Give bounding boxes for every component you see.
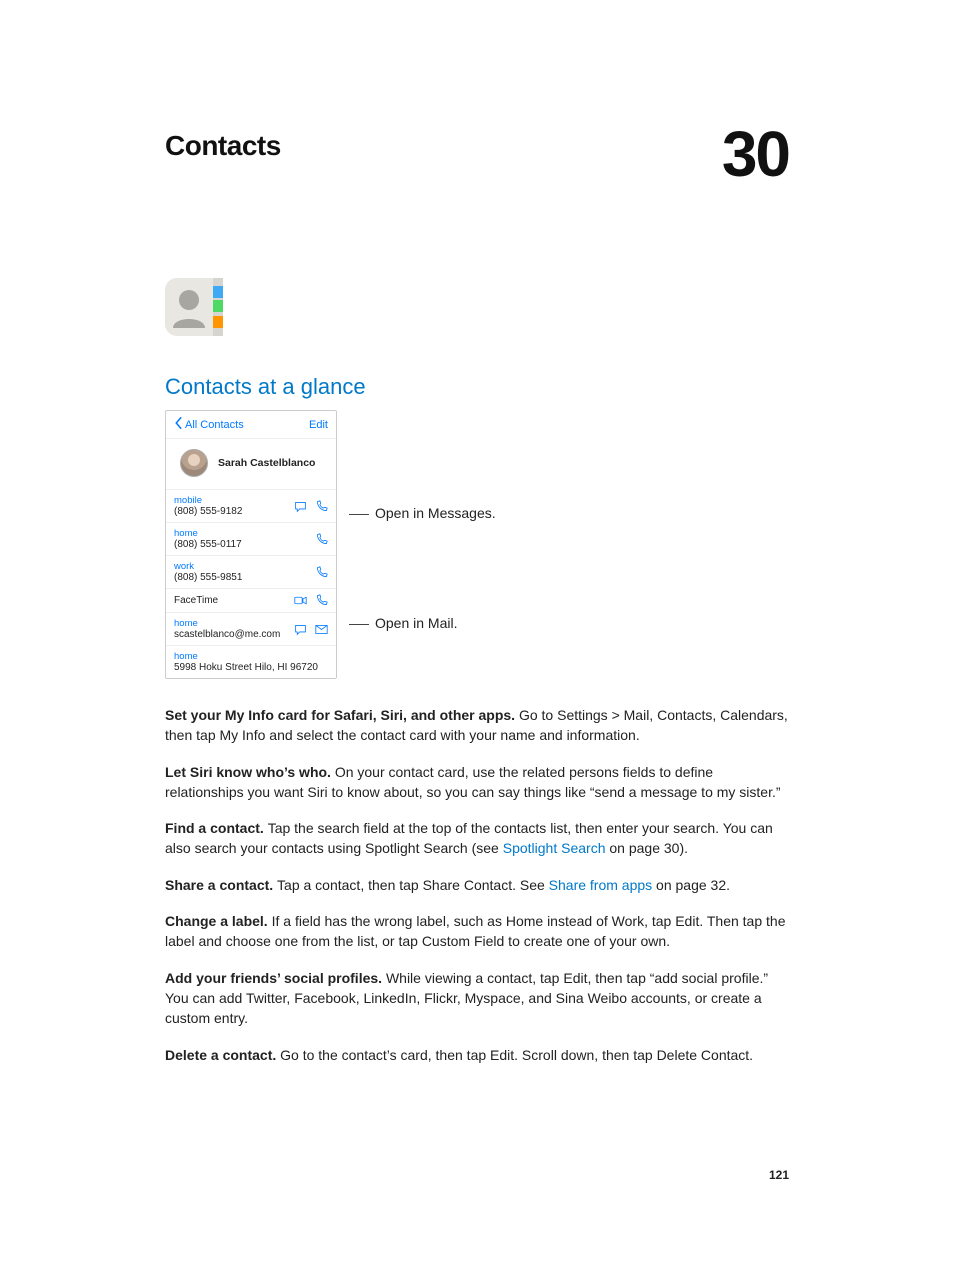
- p4-bold: Share a contact.: [165, 877, 277, 893]
- phone-icon[interactable]: [315, 594, 328, 607]
- section-heading: Contacts at a glance: [165, 374, 789, 400]
- avatar: [180, 449, 208, 477]
- message-bubble-icon[interactable]: [294, 623, 307, 636]
- phone-value-mobile: (808) 555-9182: [174, 506, 242, 517]
- contact-name: Sarah Castelblanco: [218, 457, 315, 469]
- phone-icon[interactable]: [315, 500, 328, 513]
- spotlight-search-link[interactable]: Spotlight Search: [503, 840, 606, 856]
- email-label: home: [174, 618, 280, 629]
- share-from-apps-link[interactable]: Share from apps: [549, 877, 653, 893]
- p2-bold: Let Siri know who’s who.: [165, 764, 335, 780]
- chapter-title: Contacts: [165, 130, 281, 162]
- email-value: scastelblanco@me.com: [174, 629, 280, 640]
- address-value: 5998 Hoku Street Hilo, HI 96720: [174, 662, 328, 673]
- p5-bold: Change a label.: [165, 913, 272, 929]
- p7-text: Go to the contact’s card, then tap Edit.…: [280, 1047, 753, 1063]
- video-icon[interactable]: [294, 594, 307, 607]
- phone-label-work: work: [174, 561, 242, 572]
- contact-card-screenshot: All Contacts Edit Sarah Castelblanco mob…: [165, 410, 337, 679]
- contacts-app-icon: [165, 278, 223, 336]
- mail-icon[interactable]: [315, 623, 328, 636]
- p4-text-b: on page 32.: [652, 877, 730, 893]
- callout-mail-text: Open in Mail.: [375, 615, 457, 631]
- callout-messages-text: Open in Messages.: [375, 505, 496, 521]
- address-label: home: [174, 651, 328, 662]
- body-text: Set your My Info card for Safari, Siri, …: [165, 705, 789, 1065]
- message-bubble-icon[interactable]: [294, 500, 307, 513]
- p6-bold: Add your friends’ social profiles.: [165, 970, 386, 986]
- back-button[interactable]: All Contacts: [174, 417, 244, 432]
- p4-text-a: Tap a contact, then tap Share Contact. S…: [277, 877, 549, 893]
- facetime-label: FaceTime: [174, 595, 218, 606]
- chevron-left-icon: [174, 417, 183, 432]
- phone-icon[interactable]: [315, 533, 328, 546]
- p3-bold: Find a contact.: [165, 820, 268, 836]
- chapter-number: 30: [722, 122, 789, 186]
- phone-icon[interactable]: [315, 566, 328, 579]
- page-number: 121: [769, 1168, 789, 1182]
- edit-button[interactable]: Edit: [309, 419, 328, 431]
- phone-label-mobile: mobile: [174, 495, 242, 506]
- p1-bold: Set your My Info card for Safari, Siri, …: [165, 707, 519, 723]
- callout-mail: Open in Mail.: [349, 615, 496, 631]
- phone-label-home: home: [174, 528, 242, 539]
- callout-messages: Open in Messages.: [349, 505, 496, 521]
- p3-text-b: on page 30).: [605, 840, 688, 856]
- phone-value-work: (808) 555-9851: [174, 572, 242, 583]
- phone-value-home: (808) 555-0117: [174, 539, 242, 550]
- back-label: All Contacts: [185, 419, 244, 431]
- p7-bold: Delete a contact.: [165, 1047, 280, 1063]
